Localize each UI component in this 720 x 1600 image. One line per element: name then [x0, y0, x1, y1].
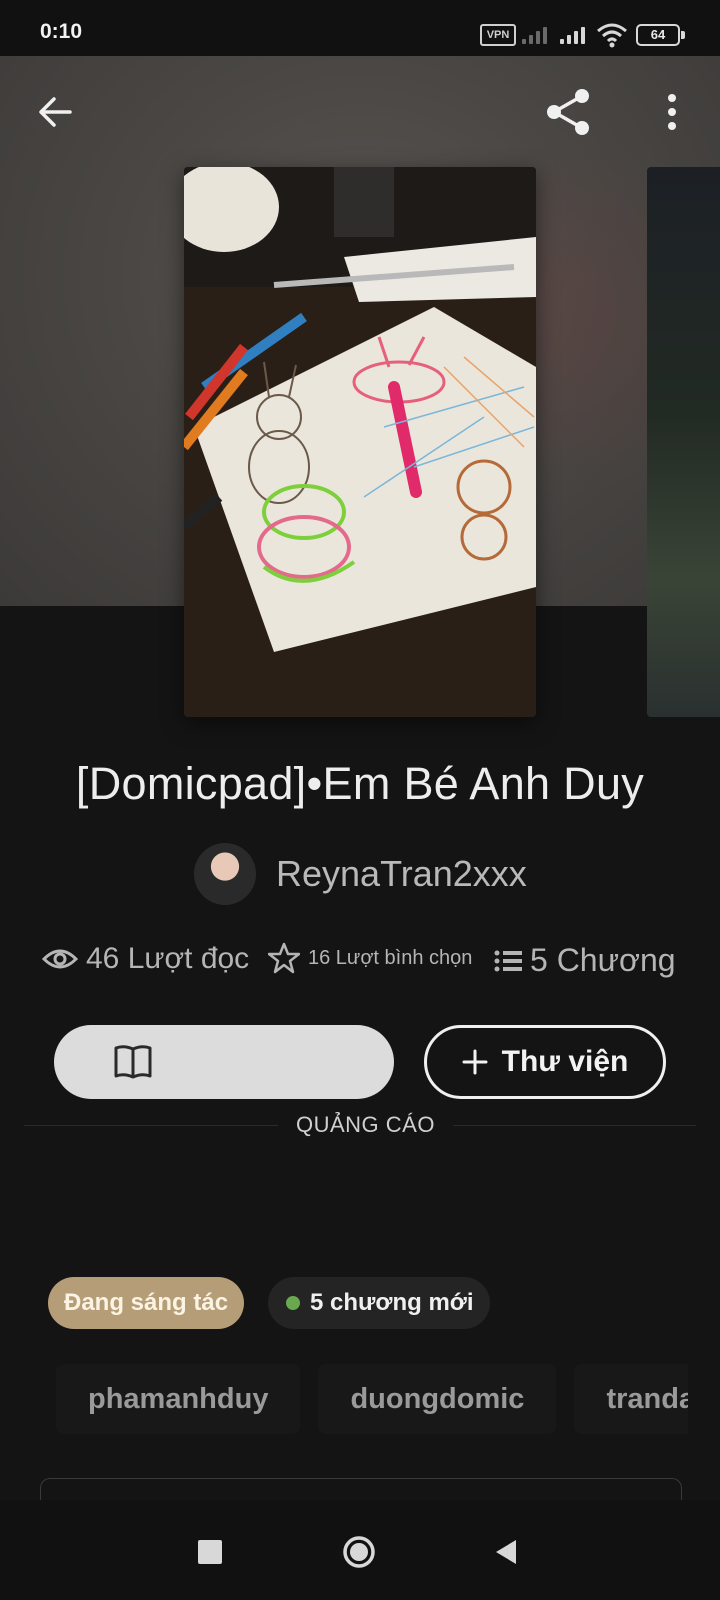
reads-stat: 46 Lượt đọc [42, 942, 249, 976]
tag-list: phamanhduy duongdomic trandan [56, 1364, 688, 1434]
home-icon[interactable] [342, 1535, 376, 1569]
votes-count: 16 Lượt bình chọn [308, 946, 473, 969]
library-button-label: Thư viện [501, 1045, 629, 1078]
new-chapters-label: 5 chương mới [310, 1289, 474, 1316]
eye-icon [42, 949, 78, 969]
signal-icon [560, 26, 585, 44]
status-badge: Đang sáng tác [48, 1277, 245, 1329]
votes-stat: 16 Lượt bình chọn [268, 942, 472, 974]
recent-apps-icon[interactable] [198, 1540, 222, 1564]
status-time: 0:10 [40, 20, 83, 43]
battery-indicator: 64 [636, 24, 685, 46]
reads-count: 46 Lượt đọc [86, 942, 250, 975]
tag-chip[interactable]: trandan [574, 1364, 688, 1434]
wifi-icon [597, 23, 627, 48]
share-icon[interactable] [540, 84, 596, 140]
chapters-stat[interactable]: 5 Chương [494, 942, 676, 979]
author-name[interactable]: ReynaTran2xxx [276, 853, 527, 895]
next-story-cover[interactable] [647, 167, 720, 717]
cover-illustration [184, 167, 536, 717]
list-icon [494, 950, 522, 971]
story-cover-image[interactable] [184, 167, 536, 717]
star-icon [268, 942, 300, 974]
back-triangle-icon[interactable] [494, 1538, 518, 1566]
vpn-indicator: VPN [480, 24, 516, 46]
ad-label: QUẢNG CÁO [278, 1112, 453, 1138]
tag-chip[interactable]: duongdomic [318, 1364, 557, 1434]
add-to-library-button[interactable]: Thư viện [424, 1025, 666, 1099]
read-button[interactable] [54, 1025, 394, 1099]
chapters-count: 5 Chương [530, 942, 676, 978]
more-vertical-icon[interactable] [652, 88, 692, 136]
signal-icon [522, 26, 547, 44]
new-chapters-badge: 5 chương mới [268, 1277, 490, 1329]
story-title: [Domicpad]•Em Bé Anh Duy [75, 758, 645, 809]
arrow-left-icon[interactable] [32, 88, 80, 136]
tag-chip[interactable]: phamanhduy [56, 1364, 301, 1434]
avatar[interactable] [194, 843, 256, 905]
plus-icon [462, 1049, 488, 1075]
new-indicator-dot [286, 1296, 300, 1310]
book-open-icon [114, 1045, 152, 1079]
